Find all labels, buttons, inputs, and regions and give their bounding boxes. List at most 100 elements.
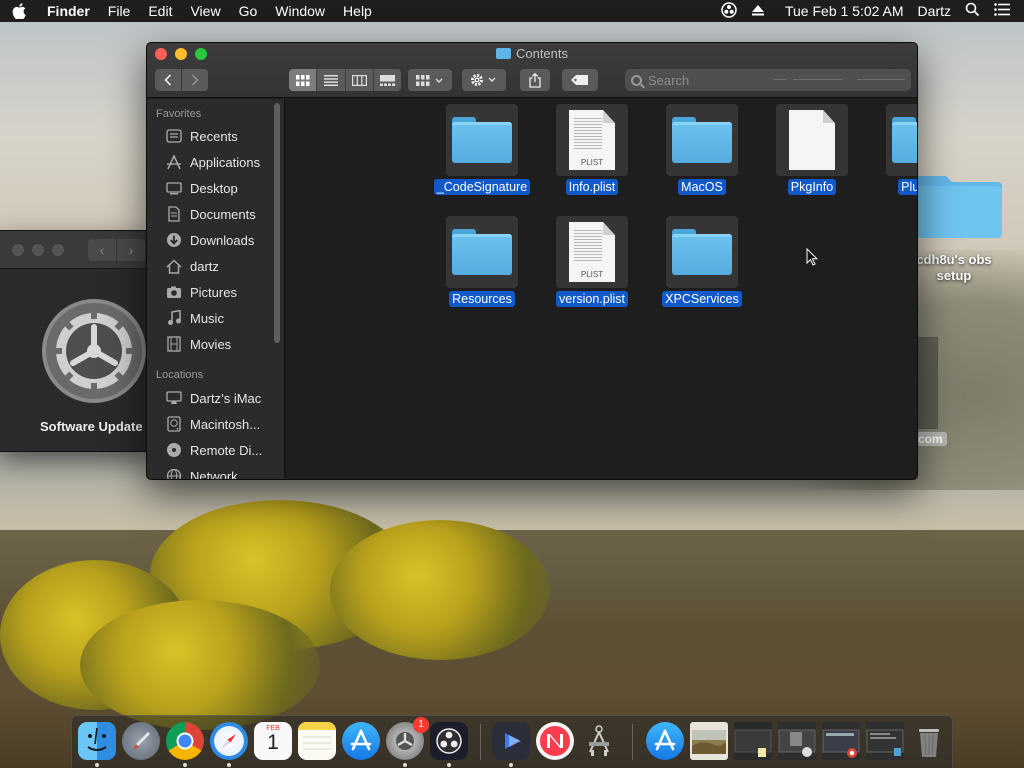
sidebar-item-applications[interactable]: Applications: [147, 149, 284, 175]
dock-finder-icon[interactable]: [78, 722, 116, 760]
finder-toolbar[interactable]: Contents Search: [147, 43, 917, 98]
menu-view[interactable]: View: [181, 0, 229, 22]
menu-go[interactable]: Go: [230, 0, 267, 22]
forward-button[interactable]: [182, 69, 208, 91]
dock-notes-icon[interactable]: [298, 722, 336, 760]
menu-app-name[interactable]: Finder: [38, 0, 99, 22]
dock-screenshot-3-icon[interactable]: [822, 722, 860, 760]
view-mode-control[interactable]: [289, 69, 401, 91]
file-name-label[interactable]: PlugIns: [898, 179, 917, 195]
folder-icon: [892, 117, 917, 163]
sidebar-item-remote-disc[interactable]: Remote Di...: [147, 437, 284, 463]
running-indicator: [509, 763, 513, 767]
software-update-label[interactable]: Software Update: [40, 419, 143, 434]
home-icon: [165, 258, 182, 274]
dock-app-store-downloads-icon[interactable]: [646, 722, 684, 760]
dock-automator-icon[interactable]: [580, 722, 618, 760]
dock-screenshot-4-icon[interactable]: [866, 722, 904, 760]
dock-screenshot-2-icon[interactable]: [778, 722, 816, 760]
sidebar-item-pictures[interactable]: Pictures: [147, 279, 284, 305]
dock-screenshot-1-icon[interactable]: [734, 722, 772, 760]
obs-status-icon[interactable]: [721, 1, 737, 21]
back-button[interactable]: [155, 69, 181, 91]
dock-launchpad-icon[interactable]: [122, 722, 160, 760]
sidebar-item-network[interactable]: Network: [147, 463, 284, 479]
menu-user[interactable]: Dartz: [918, 3, 951, 19]
software-update-gear-icon[interactable]: [40, 297, 148, 405]
sidebar-item-recents[interactable]: Recents: [147, 123, 284, 149]
dock-chrome-icon[interactable]: [166, 722, 204, 760]
finder-window[interactable]: Contents Search Favorites Recents Applic…: [146, 42, 918, 480]
folder-icon: [672, 229, 732, 275]
zoom-button[interactable]: [52, 243, 64, 256]
file-item-xpcservices[interactable]: XPCServices: [647, 216, 757, 308]
dock-obs-icon[interactable]: [430, 722, 468, 760]
file-grid[interactable]: _CodeSignature PLIST Info.plist MacOS Pk…: [285, 99, 917, 479]
sidebar-item-desktop[interactable]: Desktop: [147, 175, 284, 201]
dock-safari-icon[interactable]: [210, 722, 248, 760]
dock-screen-recorder-icon[interactable]: [492, 722, 530, 760]
minimize-button[interactable]: [32, 243, 44, 256]
dock-calendar-icon[interactable]: FEB 1: [254, 722, 292, 760]
search-field-detail: [857, 79, 905, 80]
file-item-plugins[interactable]: PlugIns: [867, 104, 917, 196]
sidebar-item-music[interactable]: Music: [147, 305, 284, 331]
dock-news-icon[interactable]: [536, 722, 574, 760]
action-gear-button[interactable]: [462, 69, 506, 91]
spotlight-icon[interactable]: [965, 2, 980, 20]
dock-image-icon[interactable]: [690, 722, 728, 760]
gallery-view-button[interactable]: [374, 69, 401, 91]
disk-icon: [165, 416, 182, 432]
sidebar-scrollbar[interactable]: [274, 103, 280, 343]
sidebar-item-macintosh-hd[interactable]: Macintosh...: [147, 411, 284, 437]
sidebar-item-documents[interactable]: Documents: [147, 201, 284, 227]
menu-file[interactable]: File: [99, 0, 140, 22]
list-view-button[interactable]: [317, 69, 346, 91]
dock-app-store-icon[interactable]: [342, 722, 380, 760]
desktop-icon: [165, 181, 182, 196]
recents-icon: [165, 129, 182, 144]
dock-system-preferences-icon[interactable]: 1: [386, 717, 429, 760]
menu-help[interactable]: Help: [334, 0, 381, 22]
file-name-label[interactable]: Resources: [449, 291, 515, 307]
menu-edit[interactable]: Edit: [139, 0, 181, 22]
eject-icon[interactable]: [751, 3, 765, 20]
file-item-codesignature[interactable]: _CodeSignature: [427, 104, 537, 196]
sidebar-item-movies[interactable]: Movies: [147, 331, 284, 357]
file-item-pkginfo[interactable]: PkgInfo: [757, 104, 867, 196]
column-view-button[interactable]: [346, 69, 374, 91]
icon-view-button[interactable]: [289, 69, 318, 91]
file-item-version-plist[interactable]: PLIST version.plist: [537, 216, 647, 308]
file-item-macos[interactable]: MacOS: [647, 104, 757, 196]
apple-menu-icon[interactable]: [0, 3, 38, 19]
sidebar-item-label: Applications: [190, 154, 261, 170]
back-button[interactable]: ‹: [88, 238, 116, 261]
file-name-label[interactable]: MacOS: [678, 179, 726, 195]
file-name-label[interactable]: Info.plist: [565, 179, 619, 195]
sidebar-item-imac[interactable]: Dartz’s iMac: [147, 385, 284, 411]
file-name-label[interactable]: PkgInfo: [787, 179, 837, 195]
close-button[interactable]: [12, 243, 24, 256]
file-item-resources[interactable]: Resources: [427, 216, 537, 308]
file-item-info-plist[interactable]: PLIST Info.plist: [537, 104, 647, 196]
notification-center-icon[interactable]: [994, 3, 1010, 19]
file-name-label[interactable]: _CodeSignature: [433, 179, 531, 195]
sysprefs-titlebar[interactable]: ‹ ›: [0, 231, 149, 269]
file-name-label[interactable]: XPCServices: [662, 291, 742, 307]
sidebar-item-label: Movies: [190, 336, 232, 352]
share-button[interactable]: [520, 69, 550, 91]
dock-trash-icon[interactable]: [910, 722, 948, 760]
group-by-button[interactable]: [408, 69, 452, 91]
menu-clock[interactable]: Tue Feb 1 5:02 AM: [785, 3, 904, 19]
file-type-label: PLIST: [580, 270, 604, 279]
menu-window[interactable]: Window: [266, 0, 334, 22]
desktop-folder-label[interactable]: cdh8u's obs setup: [906, 252, 1002, 284]
desktop-folder-icon[interactable]: [912, 170, 1004, 240]
file-name-label[interactable]: version.plist: [556, 291, 628, 307]
sidebar-item-downloads[interactable]: Downloads: [147, 227, 284, 253]
system-preferences-window[interactable]: ‹ › Software Update: [0, 230, 150, 452]
forward-button[interactable]: ›: [117, 238, 145, 261]
sidebar-item-home[interactable]: dartz: [147, 253, 284, 279]
tag-button[interactable]: [562, 69, 598, 91]
search-field[interactable]: Search: [625, 69, 911, 91]
